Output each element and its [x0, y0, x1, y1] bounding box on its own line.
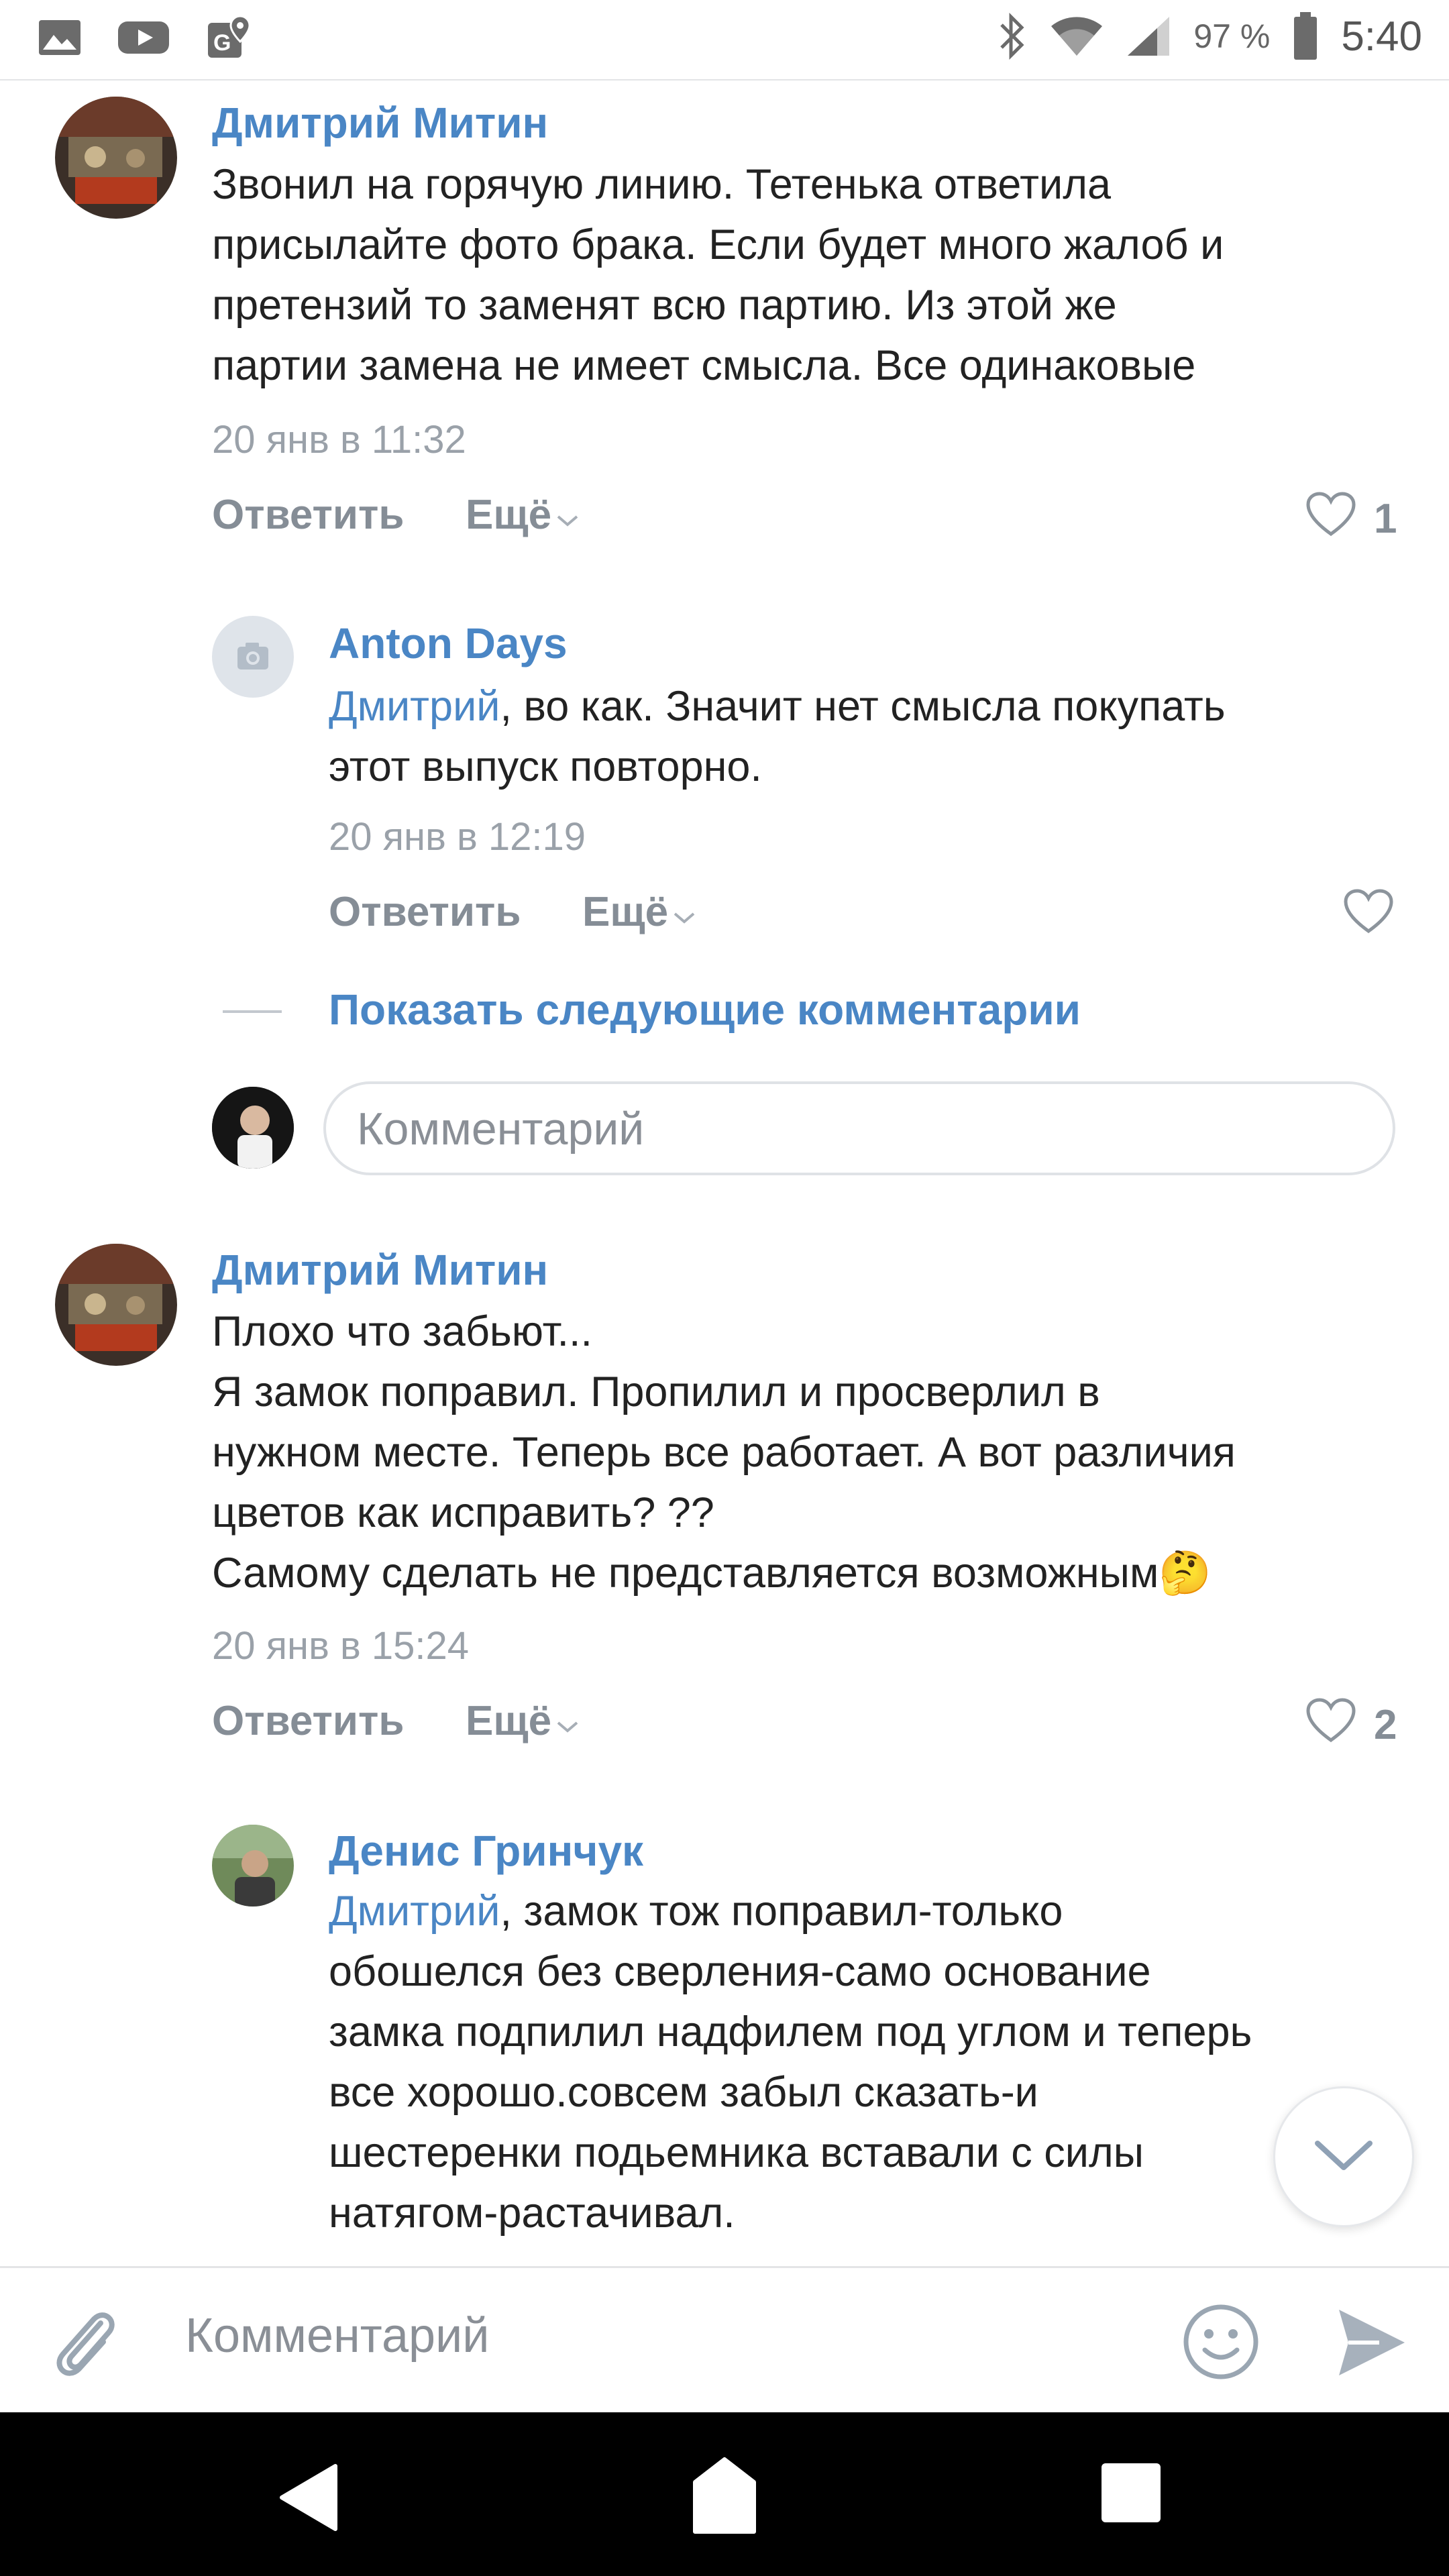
reply-button[interactable]: Ответить [212, 491, 405, 539]
more-menu-button[interactable]: Ещё [582, 888, 696, 936]
avatar[interactable] [55, 97, 177, 219]
more-label: Ещё [466, 492, 552, 538]
reply-input-placeholder: Комментарий [357, 1104, 645, 1155]
thinking-face-emoji: 🤔 [1159, 1550, 1212, 1597]
reply-button[interactable]: Ответить [212, 1697, 405, 1745]
comment-author[interactable]: Денис Гринчук [329, 1826, 643, 1876]
camera-icon [237, 643, 268, 669]
comment-input[interactable]: Комментарий [185, 2308, 489, 2363]
wifi-icon [1050, 15, 1104, 57]
like-count: 2 [1374, 1702, 1397, 1748]
avatar[interactable] [212, 616, 294, 698]
reply-button[interactable]: Ответить [329, 888, 521, 936]
gallery-icon [38, 19, 82, 56]
battery-percent: 97 % [1193, 17, 1271, 55]
youtube-icon [117, 19, 170, 56]
mention-link[interactable]: Дмитрий [329, 1888, 500, 1935]
emoji-icon[interactable] [1181, 2302, 1261, 2385]
show-more-comments-link[interactable]: Показать следующие комментарии [329, 985, 1081, 1034]
comment-time: 20 янв в 11:32 [212, 418, 466, 462]
chevron-down-icon [555, 1697, 580, 1745]
battery-icon [1293, 12, 1318, 60]
reply-comment-input[interactable]: Комментарий [323, 1081, 1395, 1175]
like-button[interactable]: 1 [1305, 491, 1397, 547]
home-icon[interactable] [691, 2455, 758, 2539]
comment-author[interactable]: Дмитрий Митин [212, 1245, 548, 1295]
comment-text: Звонил на горячую линию. Тетенька ответи… [212, 161, 1224, 389]
status-bar: G 97 % 5:40 [0, 0, 1449, 80]
mention-link[interactable]: Дмитрий [329, 683, 500, 730]
clock: 5:40 [1341, 13, 1422, 60]
comment-text-content: , замок тож поправил-только обошелся без… [329, 1888, 1252, 2237]
heart-icon [1305, 1697, 1356, 1753]
comments-feed[interactable]: Дмитрий Митин Звонил на горячую линию. Т… [0, 82, 1449, 2265]
bluetooth-icon [998, 13, 1027, 60]
current-user-avatar [212, 1087, 294, 1169]
avatar[interactable] [55, 1244, 177, 1366]
comment-time: 20 янв в 12:19 [329, 815, 586, 859]
divider [223, 1010, 282, 1013]
navigation-bar [0, 2412, 1449, 2576]
comment-text-content: Плохо что забьют... Я замок поправил. Пр… [212, 1308, 1236, 1597]
svg-text:G: G [213, 30, 231, 56]
more-label: Ещё [466, 1698, 552, 1744]
like-button[interactable]: 2 [1305, 1697, 1397, 1753]
back-icon[interactable] [275, 2461, 342, 2538]
avatar[interactable] [212, 1825, 294, 1907]
more-menu-button[interactable]: Ещё [466, 1697, 580, 1745]
scroll-down-button[interactable] [1273, 2086, 1414, 2227]
comment-author[interactable]: Дмитрий Митин [212, 98, 548, 148]
comment-text: Дмитрий, замок тож поправил-только обоше… [329, 1881, 1429, 2243]
heart-icon [1343, 888, 1394, 944]
heart-icon [1305, 491, 1356, 547]
like-button[interactable] [1343, 888, 1394, 944]
signal-icon [1126, 15, 1171, 57]
comment-time: 20 янв в 15:24 [212, 1624, 470, 1668]
maps-icon: G [205, 13, 254, 62]
chevron-down-icon [1313, 2138, 1374, 2176]
comment-text: Дмитрий, во как. Значит нет смысла покуп… [329, 676, 1429, 797]
comment-text: Плохо что забьют... Я замок поправил. Пр… [212, 1301, 1433, 1603]
comment-author[interactable]: Anton Days [329, 619, 568, 668]
more-label: Ещё [582, 889, 669, 935]
chevron-down-icon [672, 888, 696, 936]
send-icon[interactable] [1335, 2306, 1409, 2383]
chevron-down-icon [555, 491, 580, 539]
comment-composer: Комментарий [0, 2266, 1449, 2412]
recent-apps-icon[interactable] [1097, 2459, 1165, 2530]
more-menu-button[interactable]: Ещё [466, 491, 580, 539]
like-count: 1 [1374, 496, 1397, 542]
attach-icon[interactable] [47, 2299, 121, 2390]
